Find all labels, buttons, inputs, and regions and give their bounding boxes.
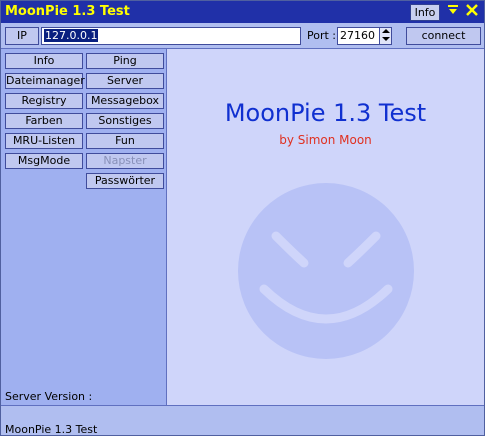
close-icon[interactable] [464, 3, 480, 20]
main-subtitle: by Simon Moon [279, 133, 372, 147]
ip-value: 127.0.0.1 [44, 29, 99, 42]
nav-panel: Info Dateimanager Registry Farben MRU-Li… [1, 49, 167, 405]
window-title: MoonPie 1.3 Test [5, 4, 130, 19]
ip-input[interactable]: 127.0.0.1 [41, 27, 301, 45]
nav-button-messagebox[interactable]: Messagebox [86, 93, 164, 109]
status-bar: MoonPie 1.3 Test [1, 405, 484, 436]
nav-button-mru-listen[interactable]: MRU-Listen [5, 133, 83, 149]
minimize-icon[interactable] [445, 3, 461, 20]
nav-button-server[interactable]: Server [86, 73, 164, 89]
ip-button[interactable]: IP [5, 27, 39, 45]
app-window: MoonPie 1.3 Test Info IP 127.0.0.1 Port … [0, 0, 485, 436]
nav-button-farben[interactable]: Farben [5, 113, 83, 129]
title-bar[interactable]: MoonPie 1.3 Test Info [1, 1, 484, 23]
nav-button-fun[interactable]: Fun [86, 133, 164, 149]
nav-button-sonstiges[interactable]: Sonstiges [86, 113, 164, 129]
nav-button-msgmode[interactable]: MsgMode [5, 153, 83, 169]
nav-button-ping[interactable]: Ping [86, 53, 164, 69]
main-panel: MoonPie 1.3 Test by Simon Moon [167, 49, 484, 405]
server-version-label: Server Version : [5, 390, 93, 403]
moon-smiley-icon [238, 183, 414, 359]
nav-button-napster: Napster [86, 153, 164, 169]
connection-bar: IP 127.0.0.1 Port : 27160 connect [1, 23, 484, 49]
port-stepper[interactable] [379, 28, 391, 44]
nav-button-dateimanager[interactable]: Dateimanager [5, 73, 85, 89]
connect-button[interactable]: connect [406, 27, 481, 45]
nav-button-registry[interactable]: Registry [5, 93, 83, 109]
status-text: MoonPie 1.3 Test [5, 423, 98, 436]
info-button[interactable]: Info [410, 4, 440, 21]
main-title: MoonPie 1.3 Test [224, 99, 427, 127]
port-label: Port : [307, 29, 337, 42]
nav-button-info[interactable]: Info [5, 53, 83, 69]
nav-button-passwoerter[interactable]: Passwörter [86, 173, 164, 189]
